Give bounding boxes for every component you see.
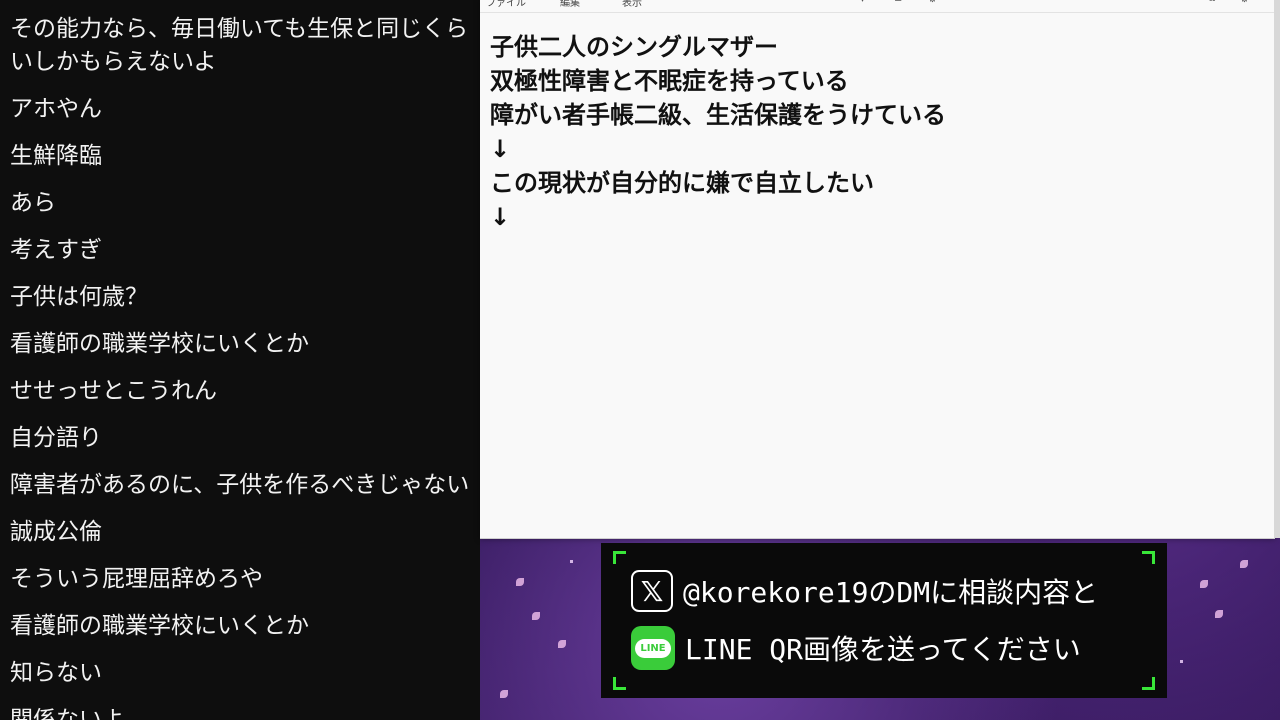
petal-decoration (558, 640, 566, 648)
chat-message: 子供は何歳？ (10, 284, 148, 310)
chat-message: 関係ないよ (10, 707, 125, 720)
x-logo-icon: 𝕏 (631, 570, 673, 612)
petal-decoration (516, 578, 524, 586)
petal-decoration (1215, 610, 1223, 618)
note-line: 障がい者手帳二級、生活保護をうけている (490, 101, 946, 129)
chat-message: 誠成公倫 (10, 519, 102, 545)
note-line: 子供二人のシングルマザー (490, 33, 778, 61)
frame-corner (1142, 677, 1155, 690)
note-line: ↓ (490, 203, 511, 231)
chat-message: 自分語り (10, 425, 102, 451)
petal-decoration (1200, 580, 1208, 588)
chat-message: 生鮮降臨 (10, 143, 102, 169)
chat-message: そういう屁理屈辞めろや (10, 566, 263, 592)
chat-message: 看護師の職業学校にいくとか (10, 331, 309, 357)
frame-corner (1142, 551, 1155, 564)
chat-message: その能力なら、毎日働いても生保と同じくらいしかもらえないよ (10, 16, 469, 75)
sparkle-decoration (1180, 660, 1183, 663)
chat-message: 考えすぎ (10, 237, 102, 263)
chat-message: 知らない (10, 660, 102, 686)
window-scrollbar[interactable] (1274, 0, 1280, 538)
chat-message-list: その能力なら、毎日働いても生保と同じくらいしかもらえないよ アホやん 生鮮降臨 … (10, 13, 480, 720)
note-line: 双極性障害と不眠症を持っている (490, 67, 849, 95)
petal-decoration (532, 612, 540, 620)
contact-banner: 𝕏 @korekore19のDMに相談内容と LINE LINE QR画像を送っ… (601, 543, 1167, 698)
chat-message: 看護師の職業学校にいくとか (10, 613, 309, 639)
chat-message: せせっせとこうれん (10, 378, 217, 404)
notepad-text-area[interactable]: 子供二人のシングルマザー 双極性障害と不眠症を持っている 障がい者手帳二級、生活… (490, 30, 946, 234)
line-logo-icon: LINE (631, 626, 675, 670)
menu-view[interactable]: 表示 (622, 0, 642, 9)
banner-line-2: LINE QR画像を送ってください (685, 633, 1081, 666)
list-icon[interactable]: ≡ (894, 0, 902, 5)
line-logo-label: LINE (635, 638, 671, 658)
petal-decoration (1240, 560, 1248, 568)
notepad-menubar: ファイル 編集 表示 ▾ ≡ ⚙ ∞ ⚙ (480, 0, 1274, 13)
frame-corner (613, 677, 626, 690)
petal-decoration (500, 690, 508, 698)
note-line: この現状が自分的に嫌で自立したい (490, 169, 874, 197)
chat-message: あら (10, 190, 56, 216)
banner-row-line: LINE LINE QR画像を送ってください (631, 626, 1081, 670)
sparkle-decoration (570, 560, 573, 563)
notepad-window: ファイル 編集 表示 ▾ ≡ ⚙ ∞ ⚙ 子供二人のシングルマザー 双極性障害と… (480, 0, 1275, 539)
note-line: ↓ (490, 135, 511, 163)
menu-file[interactable]: ファイル (486, 0, 526, 9)
chat-message: アホやん (10, 96, 102, 122)
heading-icon[interactable]: ▾ (860, 0, 865, 5)
banner-line-1: @korekore19のDMに相談内容と (683, 576, 1099, 609)
share-icon[interactable]: ∞ (1208, 0, 1216, 5)
menu-edit[interactable]: 編集 (560, 0, 580, 9)
banner-row-x: 𝕏 @korekore19のDMに相談内容と (631, 570, 1098, 612)
settings-icon[interactable]: ⚙ (1240, 0, 1249, 5)
frame-corner (613, 551, 626, 564)
format-icon[interactable]: ⚙ (928, 0, 937, 5)
chat-panel: その能力なら、毎日働いても生保と同じくらいしかもらえないよ アホやん 生鮮降臨 … (0, 0, 480, 720)
chat-message: 障害者があるのに、子供を作るべきじゃない (10, 472, 470, 498)
